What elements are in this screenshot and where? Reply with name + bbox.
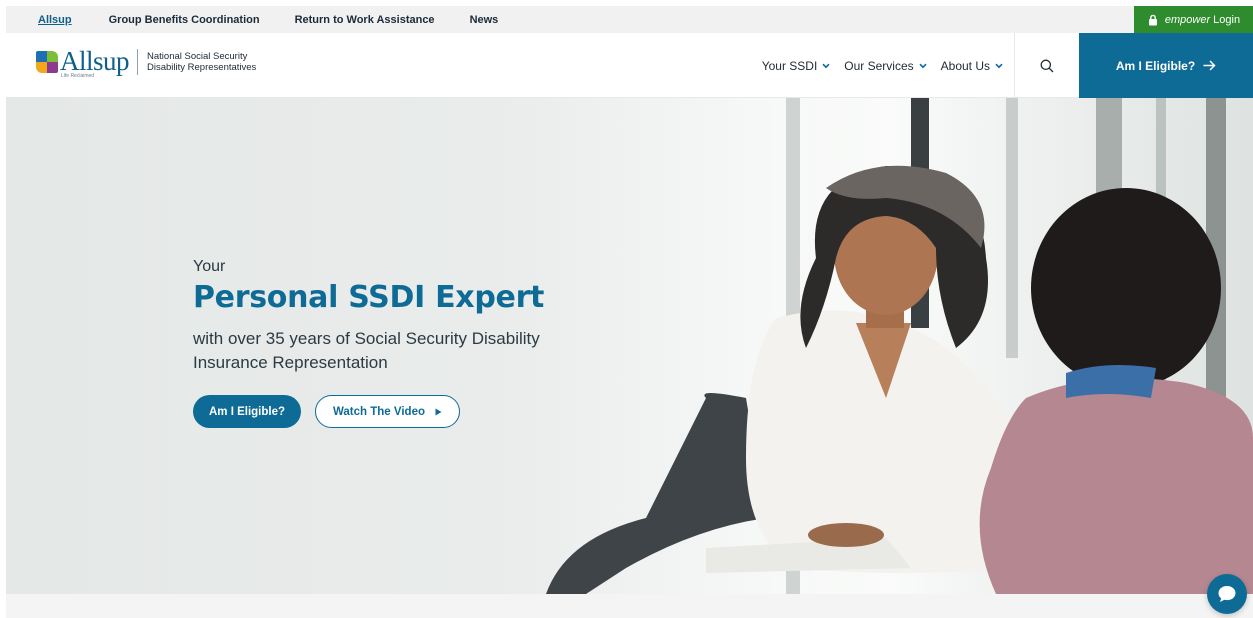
- hero-content: Your Personal SSDI Expert with over 35 y…: [193, 258, 613, 428]
- empower-login-button[interactable]: empower Login: [1134, 6, 1253, 33]
- below-hero-strip: [6, 594, 1253, 618]
- chat-icon: [1218, 586, 1236, 602]
- chevron-down-icon: [995, 63, 1003, 68]
- logo-tagline-text: National Social Security Disability Repr…: [147, 51, 256, 73]
- header-eligible-button[interactable]: Am I Eligible?: [1079, 33, 1253, 98]
- utility-link-news[interactable]: News: [470, 14, 499, 26]
- utility-link-return-to-work[interactable]: Return to Work Assistance: [295, 14, 435, 26]
- play-icon: [435, 408, 442, 415]
- hero-eyebrow: Your: [193, 258, 226, 275]
- nav-about-us-label: About Us: [940, 58, 990, 73]
- utility-link-group-benefits[interactable]: Group Benefits Coordination: [109, 14, 260, 26]
- arrow-right-icon: [1203, 60, 1216, 71]
- search-icon: [1040, 59, 1054, 72]
- watch-video-button[interactable]: Watch The Video: [315, 395, 460, 428]
- logo-tag-line-2: Disability Representatives: [147, 61, 257, 73]
- chat-button[interactable]: [1207, 574, 1247, 614]
- nav-our-services[interactable]: Our Services: [844, 58, 927, 73]
- hero-title: Personal SSDI Expert: [193, 280, 545, 315]
- hero-eligible-label: Am I Eligible?: [208, 405, 286, 418]
- logo-divider: [137, 48, 139, 75]
- hero-section: Your Personal SSDI Expert with over 35 y…: [6, 98, 1253, 594]
- chevron-down-icon: [919, 63, 927, 68]
- header-eligible-label: Am I Eligible?: [1115, 58, 1196, 73]
- logo-tag-line-1: National Social Security: [147, 50, 248, 62]
- nav-your-ssdi-label: Your SSDI: [761, 58, 818, 73]
- logo-wordmark: Allsup: [60, 46, 130, 76]
- watch-video-label: Watch The Video: [332, 405, 425, 418]
- utility-link-allsup[interactable]: Allsup: [38, 14, 72, 26]
- logo-tagline: Life Reclaimed: [61, 73, 95, 79]
- hero-eligible-button[interactable]: Am I Eligible?: [193, 395, 301, 428]
- nav-about-us[interactable]: About Us: [941, 59, 1003, 73]
- logo-mark-icon: [36, 50, 58, 73]
- search-button[interactable]: [1014, 33, 1079, 98]
- chevron-down-icon: [822, 63, 830, 68]
- hero-description: with over 35 years of Social Security Di…: [193, 329, 540, 372]
- hero-actions: Am I Eligible? Watch The Video: [193, 395, 613, 428]
- login-brand: empower: [1164, 13, 1211, 26]
- allsup-logo[interactable]: Allsup Life Reclaimed National Social Se…: [36, 46, 256, 79]
- lock-icon: [1148, 14, 1157, 25]
- primary-nav: Your SSDI Our Services About Us: [748, 33, 1003, 98]
- login-label: Login: [1213, 13, 1241, 26]
- nav-our-services-label: Our Services: [844, 58, 914, 73]
- main-header: Allsup Life Reclaimed National Social Se…: [6, 33, 1253, 98]
- utility-bar: Allsup Group Benefits Coordination Retur…: [6, 6, 1253, 33]
- nav-your-ssdi[interactable]: Your SSDI: [762, 59, 831, 73]
